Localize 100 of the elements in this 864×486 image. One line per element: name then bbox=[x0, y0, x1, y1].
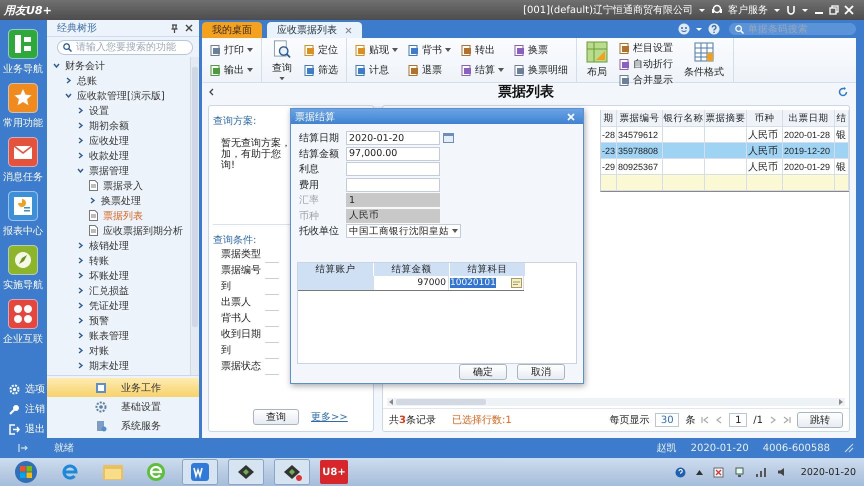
tree-item[interactable]: 凭证处理 bbox=[89, 298, 129, 312]
start-button-icon[interactable] bbox=[14, 460, 38, 484]
tree-item[interactable]: 账表管理 bbox=[89, 328, 129, 342]
tree-item[interactable]: 财务会计 bbox=[65, 58, 105, 72]
toolbar-button[interactable]: 换票明细 bbox=[512, 62, 570, 78]
browser-e-icon[interactable] bbox=[60, 462, 80, 482]
query-button[interactable]: 查询 bbox=[253, 409, 299, 425]
column-header[interactable]: 期 bbox=[601, 110, 617, 127]
caret-icon[interactable] bbox=[773, 6, 781, 14]
tree-item[interactable]: 应收票据到期分析 bbox=[103, 224, 183, 238]
tree-item[interactable]: 设置 bbox=[89, 104, 109, 118]
last-page-icon[interactable] bbox=[783, 416, 791, 424]
close-icon[interactable] bbox=[185, 24, 193, 32]
table-row[interactable]: -23 35978808 人民币 2019-12-20 bbox=[601, 143, 849, 159]
u-shape-icon[interactable] bbox=[786, 5, 796, 15]
column-header[interactable]: 结算科目 bbox=[450, 263, 526, 276]
w-logo-icon[interactable] bbox=[182, 459, 218, 485]
module-button[interactable]: 基础设置 bbox=[47, 397, 199, 416]
toolbar-button[interactable]: 筛选 bbox=[302, 62, 340, 78]
dots-icon[interactable] bbox=[8, 299, 38, 329]
chevron-left-icon[interactable] bbox=[208, 88, 214, 96]
scrollbar[interactable] bbox=[387, 398, 845, 406]
speaker-icon[interactable] bbox=[776, 467, 787, 477]
tree-item[interactable]: 预警 bbox=[89, 314, 109, 328]
chevron-right-icon[interactable] bbox=[77, 257, 84, 264]
table-cell[interactable] bbox=[298, 276, 374, 290]
caret-up-icon[interactable] bbox=[696, 470, 703, 474]
nav-action-label[interactable]: 退出 bbox=[25, 422, 45, 436]
search-field[interactable]: 请输入您要搜索的功能 bbox=[57, 40, 193, 55]
chevron-right-icon[interactable] bbox=[77, 152, 84, 159]
toolbar-button[interactable]: 背书 bbox=[406, 42, 453, 58]
input-field[interactable]: 2020-01-20 bbox=[346, 131, 440, 145]
chart-icon[interactable] bbox=[8, 191, 38, 221]
column-header[interactable]: 票据摘要 bbox=[705, 110, 747, 127]
toolbar-button[interactable]: 转出 bbox=[459, 42, 506, 58]
page-field[interactable]: 1 bbox=[729, 413, 748, 427]
nav-item-label[interactable]: 实施导航 bbox=[3, 278, 43, 292]
signal-bars-icon[interactable] bbox=[754, 467, 767, 477]
tree-item[interactable]: 期末处理 bbox=[89, 358, 129, 372]
toolbar-button[interactable]: 贴现 bbox=[353, 42, 400, 58]
toolbar-button[interactable]: 栏目设置 bbox=[617, 40, 675, 56]
toolbar-button[interactable]: 输出 bbox=[208, 62, 255, 78]
toolbar-button[interactable]: 退票 bbox=[406, 62, 453, 78]
chevron-down-icon[interactable] bbox=[53, 62, 60, 69]
tree-item[interactable]: 应收款管理[演示版] bbox=[77, 88, 165, 102]
tree-item[interactable]: 票据录入 bbox=[103, 178, 143, 192]
column-header[interactable]: 结算金额 bbox=[374, 263, 450, 276]
tree-item[interactable]: 转账 bbox=[89, 254, 109, 268]
chevron-right-icon[interactable] bbox=[77, 362, 84, 369]
caret-icon[interactable] bbox=[698, 6, 706, 14]
chevron-right-icon[interactable] bbox=[77, 107, 84, 114]
nav-action-label[interactable]: 注销 bbox=[25, 402, 45, 416]
flag-icon[interactable] bbox=[712, 466, 724, 478]
toolbar-button[interactable]: 查询 bbox=[268, 40, 296, 80]
chevron-right-icon[interactable] bbox=[77, 287, 84, 294]
nav-item-label[interactable]: 常用功能 bbox=[3, 116, 43, 130]
browser-e-icon[interactable] bbox=[146, 462, 166, 482]
chevron-right-icon[interactable] bbox=[65, 77, 72, 84]
toolbar-button[interactable]: 条件格式 bbox=[681, 40, 727, 80]
lookup-icon[interactable] bbox=[511, 278, 522, 288]
chevron-right-icon[interactable] bbox=[77, 242, 84, 249]
dropdown-field[interactable]: 中国工商银行沈阳皇姑 bbox=[346, 224, 461, 238]
exit-icon[interactable] bbox=[9, 424, 20, 434]
toolbar-button[interactable]: 合并显示 bbox=[617, 72, 675, 88]
customer-service-menu[interactable]: 客户服务 bbox=[728, 3, 768, 17]
chevron-down-icon[interactable] bbox=[65, 92, 72, 99]
network-icon[interactable] bbox=[734, 466, 745, 478]
caret-icon[interactable] bbox=[695, 25, 703, 33]
more-link[interactable]: 更多>> bbox=[311, 410, 348, 424]
dialog-button[interactable]: 确定 bbox=[459, 364, 507, 380]
chevron-right-icon[interactable] bbox=[77, 272, 84, 279]
chevron-right-icon[interactable] bbox=[89, 197, 96, 204]
toolbar-button[interactable]: 打印 bbox=[208, 42, 255, 58]
tree-diagram-icon[interactable] bbox=[8, 29, 38, 59]
column-header[interactable]: 结 bbox=[835, 110, 849, 127]
collapse-arrow-icon[interactable] bbox=[18, 443, 28, 453]
table-cell[interactable]: 97000 bbox=[374, 276, 449, 290]
barcode-search-field[interactable]: 单据条码搜索 bbox=[729, 23, 856, 35]
chevron-right-icon[interactable] bbox=[77, 302, 84, 309]
refresh-icon[interactable] bbox=[838, 87, 848, 97]
tree-item[interactable]: 期初余额 bbox=[89, 118, 129, 132]
nav-item-label[interactable]: 消息任务 bbox=[3, 170, 43, 184]
key-icon[interactable] bbox=[9, 404, 20, 414]
chevron-right-icon[interactable] bbox=[77, 347, 84, 354]
pin-icon[interactable] bbox=[170, 24, 179, 32]
tab[interactable]: 应收票据列表 bbox=[267, 22, 362, 38]
help-icon[interactable] bbox=[708, 23, 720, 35]
envelope-icon[interactable] bbox=[8, 137, 38, 167]
next-page-icon[interactable] bbox=[769, 416, 777, 424]
jump-button[interactable]: 跳转 bbox=[797, 412, 843, 428]
cell-input-text[interactable]: 10020101 bbox=[450, 278, 496, 288]
nav-item-label[interactable]: 业务导航 bbox=[3, 62, 43, 76]
column-header[interactable]: 银行名称 bbox=[663, 110, 705, 127]
scroll-left-icon[interactable] bbox=[389, 399, 394, 405]
nav-item-label[interactable]: 报表中心 bbox=[3, 224, 43, 238]
tree-item[interactable]: 收款处理 bbox=[89, 148, 129, 162]
module-button[interactable]: 系统服务 bbox=[47, 416, 199, 435]
toolbar-button[interactable]: 计息 bbox=[353, 62, 400, 78]
tab[interactable]: 我的桌面 bbox=[202, 22, 262, 38]
input-field[interactable] bbox=[346, 178, 440, 192]
